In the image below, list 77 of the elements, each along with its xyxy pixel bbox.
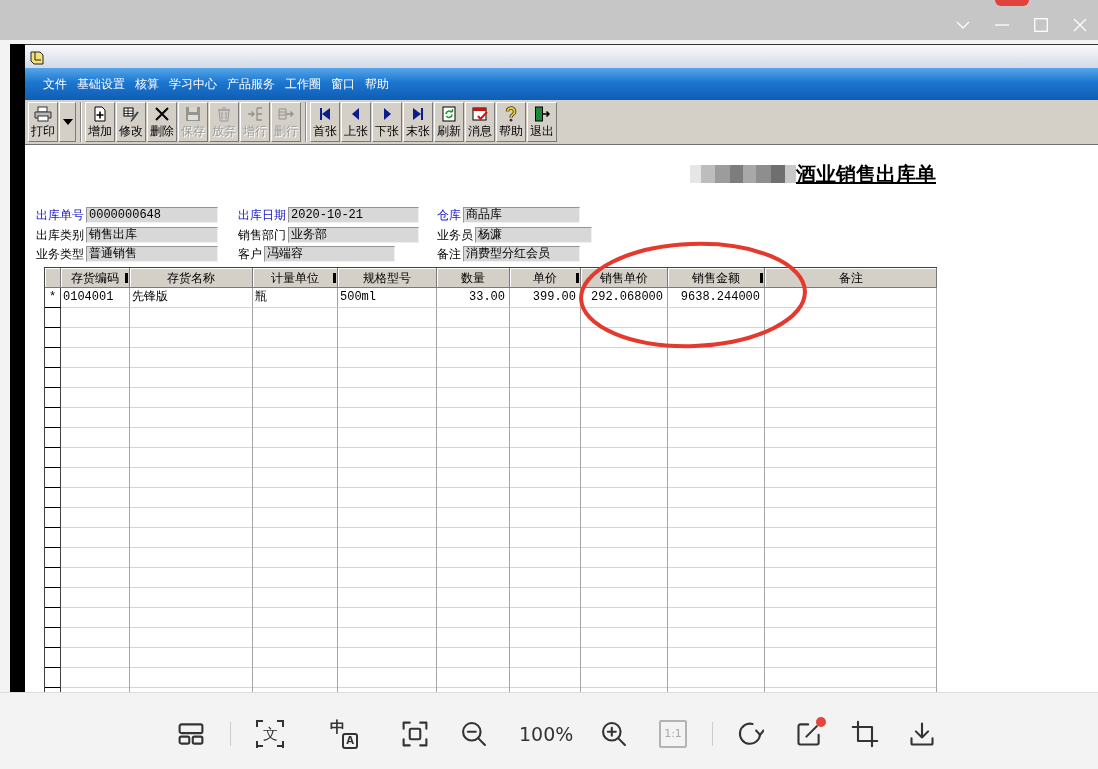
header-corner	[45, 268, 61, 288]
column-header[interactable]: 计量单位	[253, 268, 338, 288]
toolbar-button[interactable]: 末张	[403, 102, 433, 142]
field-label: 客户	[238, 247, 262, 261]
text-field[interactable]: 消费型分红会员	[463, 246, 580, 262]
toolbar-button[interactable]: 打印	[28, 102, 58, 142]
refresh-icon	[441, 106, 457, 122]
grid-pencil-icon	[123, 106, 139, 122]
column-mark-icon	[576, 273, 579, 283]
column-header[interactable]: 销售金额	[668, 268, 765, 288]
document-plus-icon	[92, 106, 108, 122]
column-mark-icon	[760, 273, 763, 283]
field-label: 仓库	[437, 208, 461, 222]
toolbar-button[interactable]: 下张	[372, 102, 402, 142]
menu-item[interactable]: 基础设置	[77, 77, 125, 91]
zoom-in-icon[interactable]	[600, 719, 628, 748]
menu-item[interactable]: 帮助	[365, 77, 389, 91]
menu-item[interactable]: 核算	[135, 77, 159, 91]
toolbar-button[interactable]: 增加	[85, 102, 115, 142]
column-header[interactable]: 数量	[437, 268, 510, 288]
text-field[interactable]: 冯端容	[264, 246, 395, 262]
menu-item[interactable]: 学习中心	[169, 77, 217, 91]
column-header[interactable]: 存货编码	[61, 268, 130, 288]
window-tick-icon	[472, 106, 488, 122]
translate-button[interactable]: 中 A	[330, 719, 358, 748]
toolbar-button[interactable]: 上张	[341, 102, 371, 142]
app-logo-icon	[29, 48, 45, 65]
text-field[interactable]: 销售出库	[86, 226, 218, 243]
field-label: 业务类型	[36, 247, 84, 261]
zoom-level: 100%	[519, 721, 571, 746]
column-header[interactable]: 销售单价	[581, 268, 668, 288]
question-mark-icon	[503, 106, 519, 122]
menu-item[interactable]: 窗口	[331, 77, 355, 91]
column-header[interactable]: 备注	[765, 268, 937, 288]
field-label: 出库单号	[36, 208, 84, 222]
row-insert-icon	[247, 106, 263, 122]
door-arrow-icon	[534, 106, 550, 122]
caret-icon	[62, 119, 73, 125]
text-field[interactable]: 普通销售	[86, 246, 218, 262]
text-field[interactable]: 商品库	[463, 207, 580, 223]
toolbar-button[interactable]: 首张	[310, 102, 340, 142]
column-mark-icon	[125, 273, 128, 283]
menu-item[interactable]: 产品服务	[227, 77, 275, 91]
field-label: 出库类别	[36, 227, 84, 242]
text-field[interactable]: 业务部	[288, 226, 419, 243]
toolbar-button[interactable]: 删除	[147, 102, 177, 142]
fit-screen-icon[interactable]	[401, 719, 429, 748]
row-delete-icon	[278, 106, 294, 122]
form-title: 酒业销售出库单	[796, 162, 936, 186]
column-header[interactable]: 规格型号	[338, 268, 437, 288]
field-label: 业务员	[437, 227, 473, 242]
badge-icon	[995, 0, 1029, 6]
text-field[interactable]: 2020-10-21	[288, 207, 419, 223]
field-label: 备注	[437, 247, 461, 261]
toolbar-button[interactable]: 帮助	[496, 102, 526, 142]
column-header[interactable]: 存货名称	[130, 268, 253, 288]
text-recognition-button[interactable]: 文	[256, 719, 284, 748]
crop-icon[interactable]	[851, 719, 879, 748]
field-label: 销售部门	[238, 227, 286, 242]
field-label: 出库日期	[238, 208, 286, 222]
zoom-out-icon[interactable]	[460, 719, 488, 748]
printer-icon	[34, 106, 52, 122]
text-field[interactable]: 杨濂	[475, 226, 592, 243]
column-header[interactable]: 单价	[510, 268, 581, 288]
skip-end-icon	[410, 106, 426, 122]
text-field[interactable]: 0000000648	[86, 207, 218, 223]
toolbar-button[interactable]: 退出	[527, 102, 557, 142]
toolbar-button[interactable]: 刷新	[434, 102, 464, 142]
trash-bin-icon	[216, 106, 232, 122]
menu-item[interactable]: 文件	[43, 77, 67, 91]
column-mark-icon	[333, 273, 336, 283]
menu-item[interactable]: 工作圈	[285, 77, 321, 91]
dropdown-button[interactable]	[59, 102, 76, 142]
cross-icon	[154, 106, 170, 122]
toolbar-button[interactable]: 修改	[116, 102, 146, 142]
skip-start-icon	[317, 106, 333, 122]
toolbar-button[interactable]: 消息	[465, 102, 495, 142]
